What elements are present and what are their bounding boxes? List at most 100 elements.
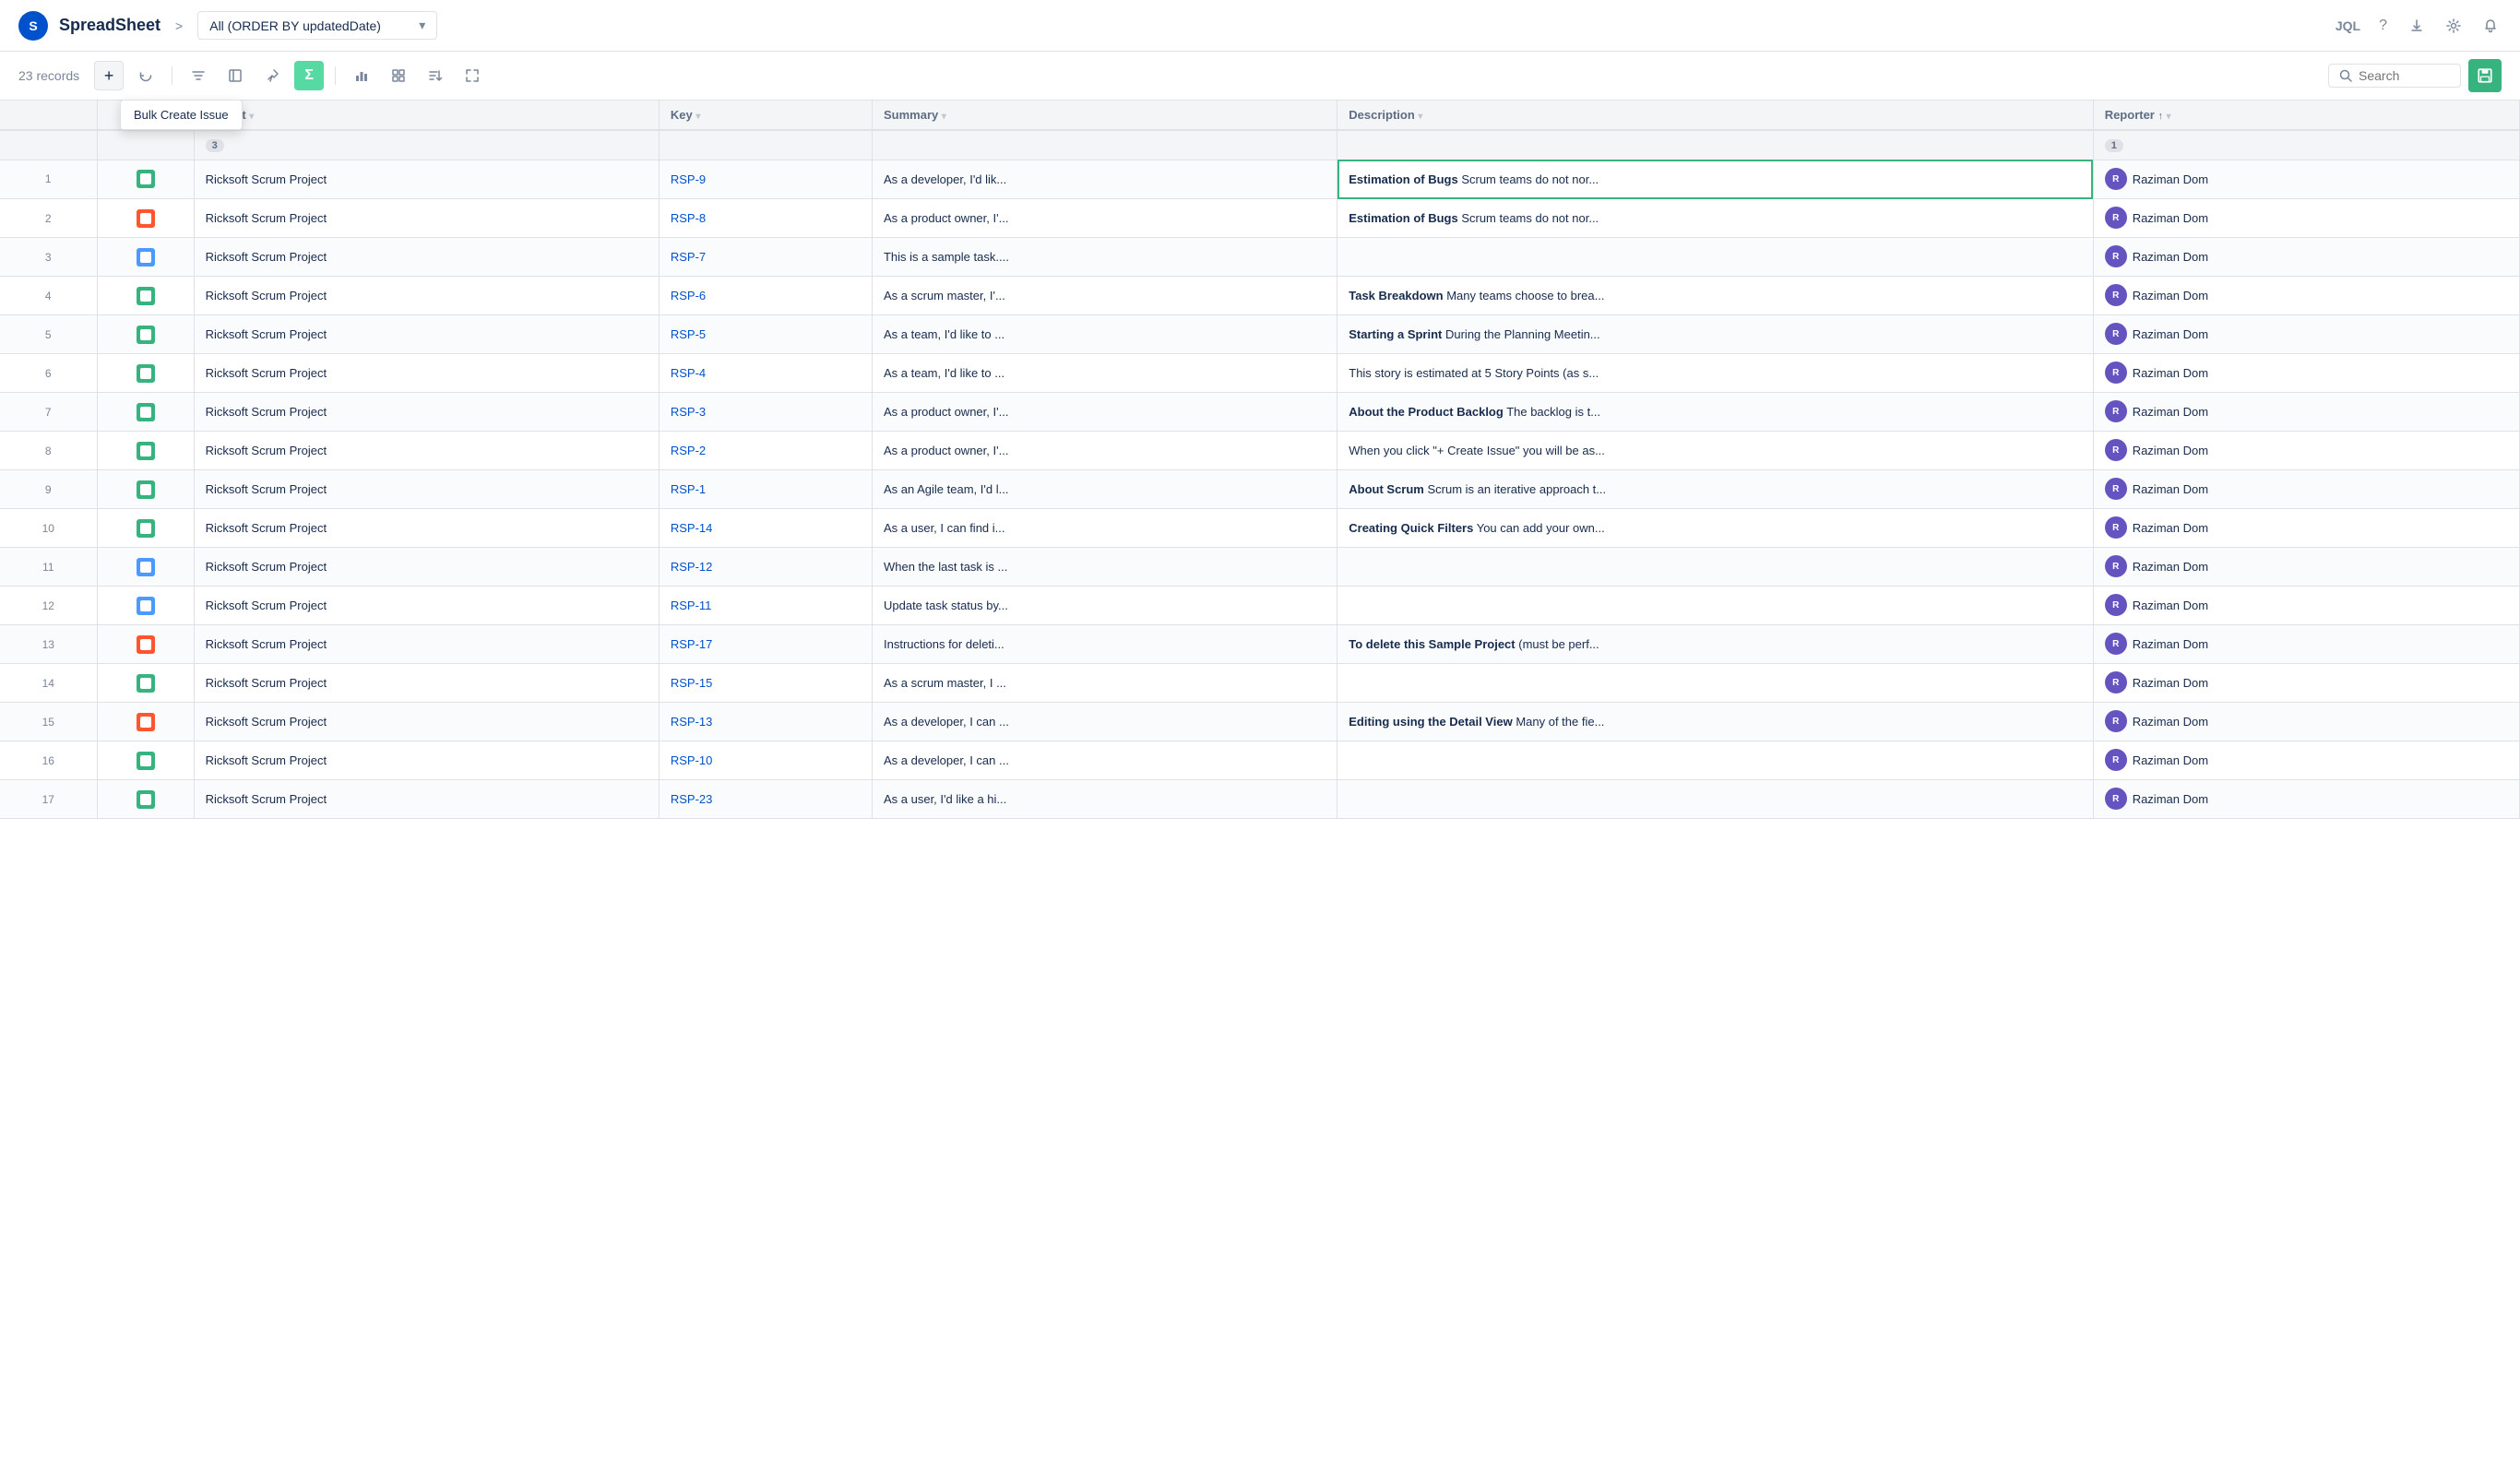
row-key[interactable]: RSP-11 xyxy=(659,587,872,625)
bell-icon[interactable] xyxy=(2479,15,2502,37)
avatar: R xyxy=(2105,323,2127,345)
table-row[interactable]: 5Ricksoft Scrum ProjectRSP-5As a team, I… xyxy=(0,315,2520,354)
table-row[interactable]: 1 Ricksoft Scrum ProjectRSP-9As a develop… xyxy=(0,160,2520,199)
avatar: R xyxy=(2105,207,2127,229)
filter-button[interactable] xyxy=(184,61,213,90)
row-description[interactable] xyxy=(1337,238,2093,277)
row-key[interactable]: RSP-10 xyxy=(659,741,872,780)
row-number: 1 xyxy=(0,160,97,199)
story-icon xyxy=(137,674,155,693)
row-description[interactable]: Estimation of Bugs Scrum teams do not no… xyxy=(1337,199,2093,238)
col-header-project[interactable]: Project ▾ xyxy=(194,101,659,130)
col-header-reporter[interactable]: Reporter ↑ ▾ xyxy=(2093,101,2519,130)
settings-icon[interactable] xyxy=(2443,15,2465,37)
row-description[interactable]: About Scrum Scrum is an iterative approa… xyxy=(1337,470,2093,509)
filter-dropdown[interactable]: All (ORDER BY updatedDate) ▾ xyxy=(197,11,437,40)
row-project: Ricksoft Scrum Project xyxy=(194,277,659,315)
table-row[interactable]: 16Ricksoft Scrum ProjectRSP-10As a devel… xyxy=(0,741,2520,780)
record-count: 23 records xyxy=(18,68,79,83)
row-project: Ricksoft Scrum Project xyxy=(194,160,659,199)
row-key[interactable]: RSP-12 xyxy=(659,548,872,587)
row-key[interactable]: RSP-6 xyxy=(659,277,872,315)
story-icon xyxy=(137,326,155,344)
row-reporter: RRaziman Dom xyxy=(2094,664,2520,703)
row-key[interactable]: RSP-4 xyxy=(659,354,872,393)
refresh-button[interactable] xyxy=(131,61,160,90)
row-description[interactable]: To delete this Sample Project (must be p… xyxy=(1337,625,2093,664)
row-description[interactable] xyxy=(1337,664,2093,703)
row-key[interactable]: RSP-8 xyxy=(659,199,872,238)
row-number: 17 xyxy=(0,780,97,819)
table-row[interactable]: 17Ricksoft Scrum ProjectRSP-23As a user,… xyxy=(0,780,2520,819)
row-description[interactable]: Creating Quick Filters You can add your … xyxy=(1337,509,2093,548)
avatar: R xyxy=(2105,168,2127,190)
row-description[interactable]: Estimation of Bugs Scrum teams do not no… xyxy=(1337,160,2093,199)
row-key[interactable]: RSP-2 xyxy=(659,432,872,470)
story-icon xyxy=(137,170,155,188)
story-icon xyxy=(137,519,155,538)
add-issue-button[interactable]: + xyxy=(94,61,124,90)
table-row[interactable]: 14Ricksoft Scrum ProjectRSP-15As a scrum… xyxy=(0,664,2520,703)
row-description[interactable] xyxy=(1337,548,2093,587)
task-icon xyxy=(137,597,155,615)
row-summary: Update task status by... xyxy=(872,587,1337,625)
row-summary: As a developer, I'd lik... xyxy=(872,160,1337,199)
row-description[interactable] xyxy=(1337,780,2093,819)
row-summary: As a team, I'd like to ... xyxy=(872,354,1337,393)
table-row[interactable]: 8Ricksoft Scrum ProjectRSP-2As a product… xyxy=(0,432,2520,470)
row-project: Ricksoft Scrum Project xyxy=(194,238,659,277)
row-key[interactable]: RSP-17 xyxy=(659,625,872,664)
jql-button[interactable]: JQL xyxy=(2336,18,2360,33)
search-box[interactable] xyxy=(2328,64,2461,88)
sort-button[interactable] xyxy=(421,61,450,90)
grid-button[interactable] xyxy=(384,61,413,90)
bar-chart-button[interactable] xyxy=(347,61,376,90)
save-button[interactable] xyxy=(2468,59,2502,92)
row-key[interactable]: RSP-3 xyxy=(659,393,872,432)
table-row[interactable]: 7Ricksoft Scrum ProjectRSP-3As a product… xyxy=(0,393,2520,432)
pin-button[interactable] xyxy=(257,61,287,90)
avatar: R xyxy=(2105,555,2127,577)
search-input[interactable] xyxy=(2359,68,2451,83)
table-row[interactable]: 2Ricksoft Scrum ProjectRSP-8As a product… xyxy=(0,199,2520,238)
row-key[interactable]: RSP-7 xyxy=(659,238,872,277)
table-row[interactable]: 15Ricksoft Scrum ProjectRSP-13As a devel… xyxy=(0,703,2520,741)
table-row[interactable]: 4Ricksoft Scrum ProjectRSP-6As a scrum m… xyxy=(0,277,2520,315)
row-type xyxy=(97,703,194,741)
row-key[interactable]: RSP-23 xyxy=(659,780,872,819)
row-description[interactable] xyxy=(1337,587,2093,625)
col-header-key[interactable]: Key ▾ xyxy=(659,101,872,130)
download-icon[interactable] xyxy=(2406,15,2428,37)
row-key[interactable]: RSP-15 xyxy=(659,664,872,703)
row-key[interactable]: RSP-1 xyxy=(659,470,872,509)
col-header-summary[interactable]: Summary ▾ xyxy=(872,101,1337,130)
row-summary: This is a sample task.... xyxy=(872,238,1337,277)
col-header-description[interactable]: Description ▾ xyxy=(1337,101,2093,130)
table-wrapper[interactable]: T ▾ Project ▾ Key ▾ Summary ▾ Descriptio… xyxy=(0,101,2520,1464)
row-key[interactable]: RSP-5 xyxy=(659,315,872,354)
row-description[interactable] xyxy=(1337,741,2093,780)
table-row[interactable]: 12Ricksoft Scrum ProjectRSP-11Update tas… xyxy=(0,587,2520,625)
row-reporter: RRaziman Dom xyxy=(2094,470,2520,509)
table-row[interactable]: 3Ricksoft Scrum ProjectRSP-7This is a sa… xyxy=(0,238,2520,277)
row-description[interactable]: Editing using the Detail View Many of th… xyxy=(1337,703,2093,741)
hide-columns-button[interactable] xyxy=(220,61,250,90)
row-key[interactable]: RSP-9 xyxy=(659,160,872,199)
row-description[interactable]: Task Breakdown Many teams choose to brea… xyxy=(1337,277,2093,315)
table-row[interactable]: 10Ricksoft Scrum ProjectRSP-14As a user,… xyxy=(0,509,2520,548)
table-row[interactable]: 9Ricksoft Scrum ProjectRSP-1As an Agile … xyxy=(0,470,2520,509)
help-icon[interactable]: ? xyxy=(2375,14,2391,38)
expand-button[interactable] xyxy=(458,61,487,90)
row-description[interactable]: This story is estimated at 5 Story Point… xyxy=(1337,354,2093,393)
sub-header-row: 3 1 xyxy=(0,130,2520,160)
row-description[interactable]: About the Product Backlog The backlog is… xyxy=(1337,393,2093,432)
table-row[interactable]: 6Ricksoft Scrum ProjectRSP-4As a team, I… xyxy=(0,354,2520,393)
row-description[interactable]: When you click "+ Create Issue" you will… xyxy=(1337,432,2093,470)
avatar: R xyxy=(2105,671,2127,694)
table-row[interactable]: 13Ricksoft Scrum ProjectRSP-17Instructio… xyxy=(0,625,2520,664)
row-key[interactable]: RSP-14 xyxy=(659,509,872,548)
table-row[interactable]: 11Ricksoft Scrum ProjectRSP-12When the l… xyxy=(0,548,2520,587)
row-key[interactable]: RSP-13 xyxy=(659,703,872,741)
row-description[interactable]: Starting a Sprint During the Planning Me… xyxy=(1337,315,2093,354)
sigma-button[interactable]: Σ xyxy=(294,61,324,90)
